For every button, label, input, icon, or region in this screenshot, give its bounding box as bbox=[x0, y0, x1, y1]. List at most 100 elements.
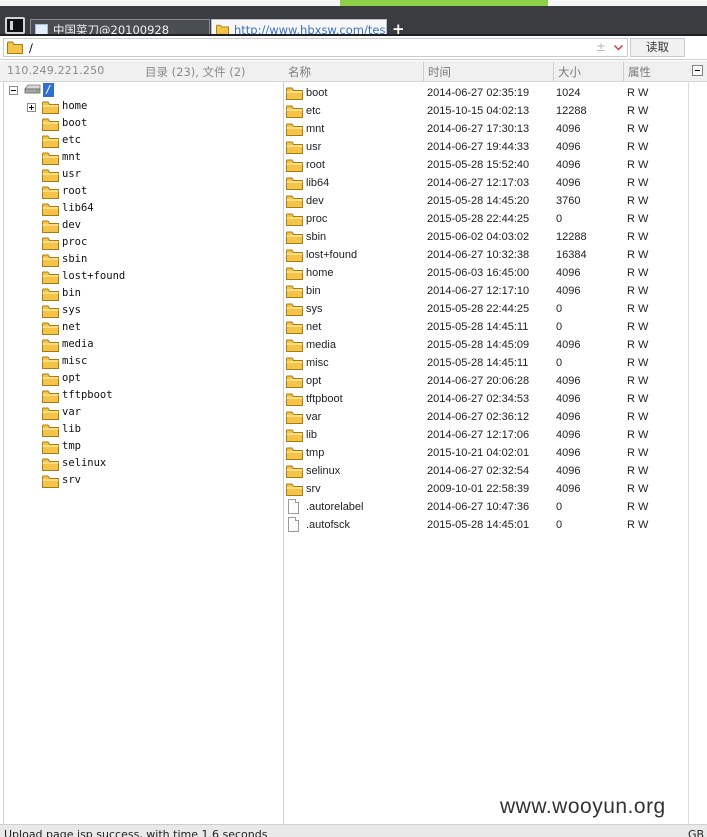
column-header-attr[interactable]: 属性 bbox=[628, 64, 651, 80]
folder-icon bbox=[286, 87, 303, 100]
column-header-time[interactable]: 时间 bbox=[428, 64, 451, 80]
file-name: srv bbox=[306, 483, 321, 495]
file-size: 12288 bbox=[556, 231, 587, 243]
path-input[interactable]: / ± bbox=[3, 38, 628, 57]
tree-item-label: bin bbox=[62, 287, 81, 299]
file-time: 2009-10-01 22:58:39 bbox=[427, 483, 530, 495]
file-size: 0 bbox=[556, 321, 563, 333]
table-row[interactable]: lib 2014-06-27 12:17:06 4096 R W bbox=[284, 426, 688, 444]
folder-icon bbox=[42, 339, 59, 352]
folder-icon bbox=[286, 321, 303, 334]
file-attr: R W bbox=[627, 195, 649, 207]
file-time: 2015-05-28 14:45:01 bbox=[427, 519, 530, 531]
file-name: dev bbox=[306, 195, 324, 207]
folder-icon bbox=[286, 357, 303, 370]
folder-icon bbox=[42, 271, 59, 284]
tree-collapse-icon[interactable] bbox=[9, 86, 18, 95]
tree-item-label: media bbox=[62, 338, 94, 350]
tree-item-label: proc bbox=[62, 236, 88, 248]
tree-item-label: sbin bbox=[62, 253, 88, 265]
status-text: Upload page jsp success, with time 1.6 s… bbox=[4, 828, 268, 837]
folder-icon bbox=[42, 458, 59, 471]
table-row[interactable]: etc 2015-10-15 04:02:13 12288 R W bbox=[284, 102, 688, 120]
file-size: 0 bbox=[556, 303, 563, 315]
table-row[interactable]: sys 2015-05-28 22:44:25 0 R W bbox=[284, 300, 688, 318]
column-header-name[interactable]: 名称 bbox=[288, 64, 311, 80]
table-row[interactable]: bin 2014-06-27 12:17:10 4096 R W bbox=[284, 282, 688, 300]
table-row[interactable]: dev 2015-05-28 14:45:20 3760 R W bbox=[284, 192, 688, 210]
folder-icon bbox=[42, 373, 59, 386]
folder-icon bbox=[286, 159, 303, 172]
chevron-down-icon[interactable] bbox=[613, 42, 624, 53]
file-time: 2014-06-27 02:32:54 bbox=[427, 465, 530, 477]
tab-bar: 中国菜刀@20100928 http://www.hbxsw.com/test.… bbox=[0, 6, 707, 40]
tree-item-label: boot bbox=[62, 117, 88, 129]
tree-item-label: var bbox=[62, 406, 81, 418]
file-time: 2015-10-15 04:02:13 bbox=[427, 105, 530, 117]
tree-item-label: home bbox=[62, 100, 88, 112]
table-row[interactable]: misc 2015-05-28 14:45:11 0 R W bbox=[284, 354, 688, 372]
read-button[interactable]: 读取 bbox=[630, 38, 685, 57]
folder-icon bbox=[286, 105, 303, 118]
collapse-icon[interactable] bbox=[692, 65, 703, 76]
table-row[interactable]: srv 2009-10-01 22:58:39 4096 R W bbox=[284, 480, 688, 498]
table-row[interactable]: root 2015-05-28 15:52:40 4096 R W bbox=[284, 156, 688, 174]
table-row[interactable]: sbin 2015-06-02 04:03:02 12288 R W bbox=[284, 228, 688, 246]
tree-item-label: lib bbox=[62, 423, 81, 435]
file-name: var bbox=[306, 411, 322, 423]
table-row[interactable]: opt 2014-06-27 20:06:28 4096 R W bbox=[284, 372, 688, 390]
table-row[interactable]: net 2015-05-28 14:45:11 0 R W bbox=[284, 318, 688, 336]
tree-item-label: etc bbox=[62, 134, 81, 146]
table-row[interactable]: home 2015-06-03 16:45:00 4096 R W bbox=[284, 264, 688, 282]
file-attr: R W bbox=[627, 141, 649, 153]
table-row[interactable]: proc 2015-05-28 22:44:25 0 R W bbox=[284, 210, 688, 228]
file-attr: R W bbox=[627, 411, 649, 423]
table-row[interactable]: var 2014-06-27 02:36:12 4096 R W bbox=[284, 408, 688, 426]
file-time: 2015-05-28 14:45:11 bbox=[427, 357, 529, 369]
table-row[interactable]: boot 2014-06-27 02:35:19 1024 R W bbox=[284, 84, 688, 102]
table-row[interactable]: tftpboot 2014-06-27 02:34:53 4096 R W bbox=[284, 390, 688, 408]
folder-icon bbox=[286, 411, 303, 424]
column-header-size[interactable]: 大小 bbox=[558, 64, 581, 80]
file-name: selinux bbox=[306, 465, 341, 477]
file-size: 4096 bbox=[556, 411, 581, 423]
folder-icon bbox=[286, 429, 303, 442]
file-name: lost+found bbox=[306, 249, 358, 261]
tree-item-label: sys bbox=[62, 304, 81, 316]
tree-item-label: mnt bbox=[62, 151, 81, 163]
file-time: 2015-05-28 15:52:40 bbox=[427, 159, 530, 171]
folder-icon bbox=[286, 393, 303, 406]
folder-icon bbox=[286, 141, 303, 154]
file-size: 4096 bbox=[556, 483, 581, 495]
folder-icon bbox=[286, 195, 303, 208]
file-size: 0 bbox=[556, 519, 563, 531]
toggle-icon[interactable]: ± bbox=[596, 40, 606, 54]
tree-expand-icon[interactable] bbox=[27, 103, 36, 112]
tree-root[interactable]: / bbox=[4, 82, 274, 99]
table-row[interactable]: usr 2014-06-27 19:44:33 4096 R W bbox=[284, 138, 688, 156]
table-row[interactable]: .autofsck 2015-05-28 14:45:01 0 R W bbox=[284, 516, 688, 534]
window-icon[interactable] bbox=[5, 17, 25, 34]
folder-icon bbox=[42, 101, 59, 114]
file-time: 2014-06-27 02:36:12 bbox=[427, 411, 530, 423]
file-time: 2015-05-28 14:45:11 bbox=[427, 321, 529, 333]
folder-icon bbox=[42, 203, 59, 216]
file-size: 4096 bbox=[556, 447, 581, 459]
table-row[interactable]: media 2015-05-28 14:45:09 4096 R W bbox=[284, 336, 688, 354]
table-row[interactable]: .autorelabel 2014-06-27 10:47:36 0 R W bbox=[284, 498, 688, 516]
scrollbar[interactable] bbox=[688, 82, 707, 824]
table-row[interactable]: lib64 2014-06-27 12:17:03 4096 R W bbox=[284, 174, 688, 192]
table-row[interactable]: tmp 2015-10-21 04:02:01 4096 R W bbox=[284, 444, 688, 462]
table-row[interactable]: selinux 2014-06-27 02:32:54 4096 R W bbox=[284, 462, 688, 480]
table-row[interactable]: lost+found 2014-06-27 10:32:38 16384 R W bbox=[284, 246, 688, 264]
file-time: 2015-05-28 14:45:20 bbox=[427, 195, 530, 207]
file-attr: R W bbox=[627, 375, 649, 387]
folder-icon bbox=[42, 118, 59, 131]
file-time: 2014-06-27 02:34:53 bbox=[427, 393, 530, 405]
file-attr: R W bbox=[627, 357, 649, 369]
tree-root-label: / bbox=[43, 83, 54, 97]
folder-icon bbox=[42, 390, 59, 403]
tree-item-label: root bbox=[62, 185, 88, 197]
folder-icon bbox=[286, 249, 303, 262]
table-row[interactable]: mnt 2014-06-27 17:30:13 4096 R W bbox=[284, 120, 688, 138]
